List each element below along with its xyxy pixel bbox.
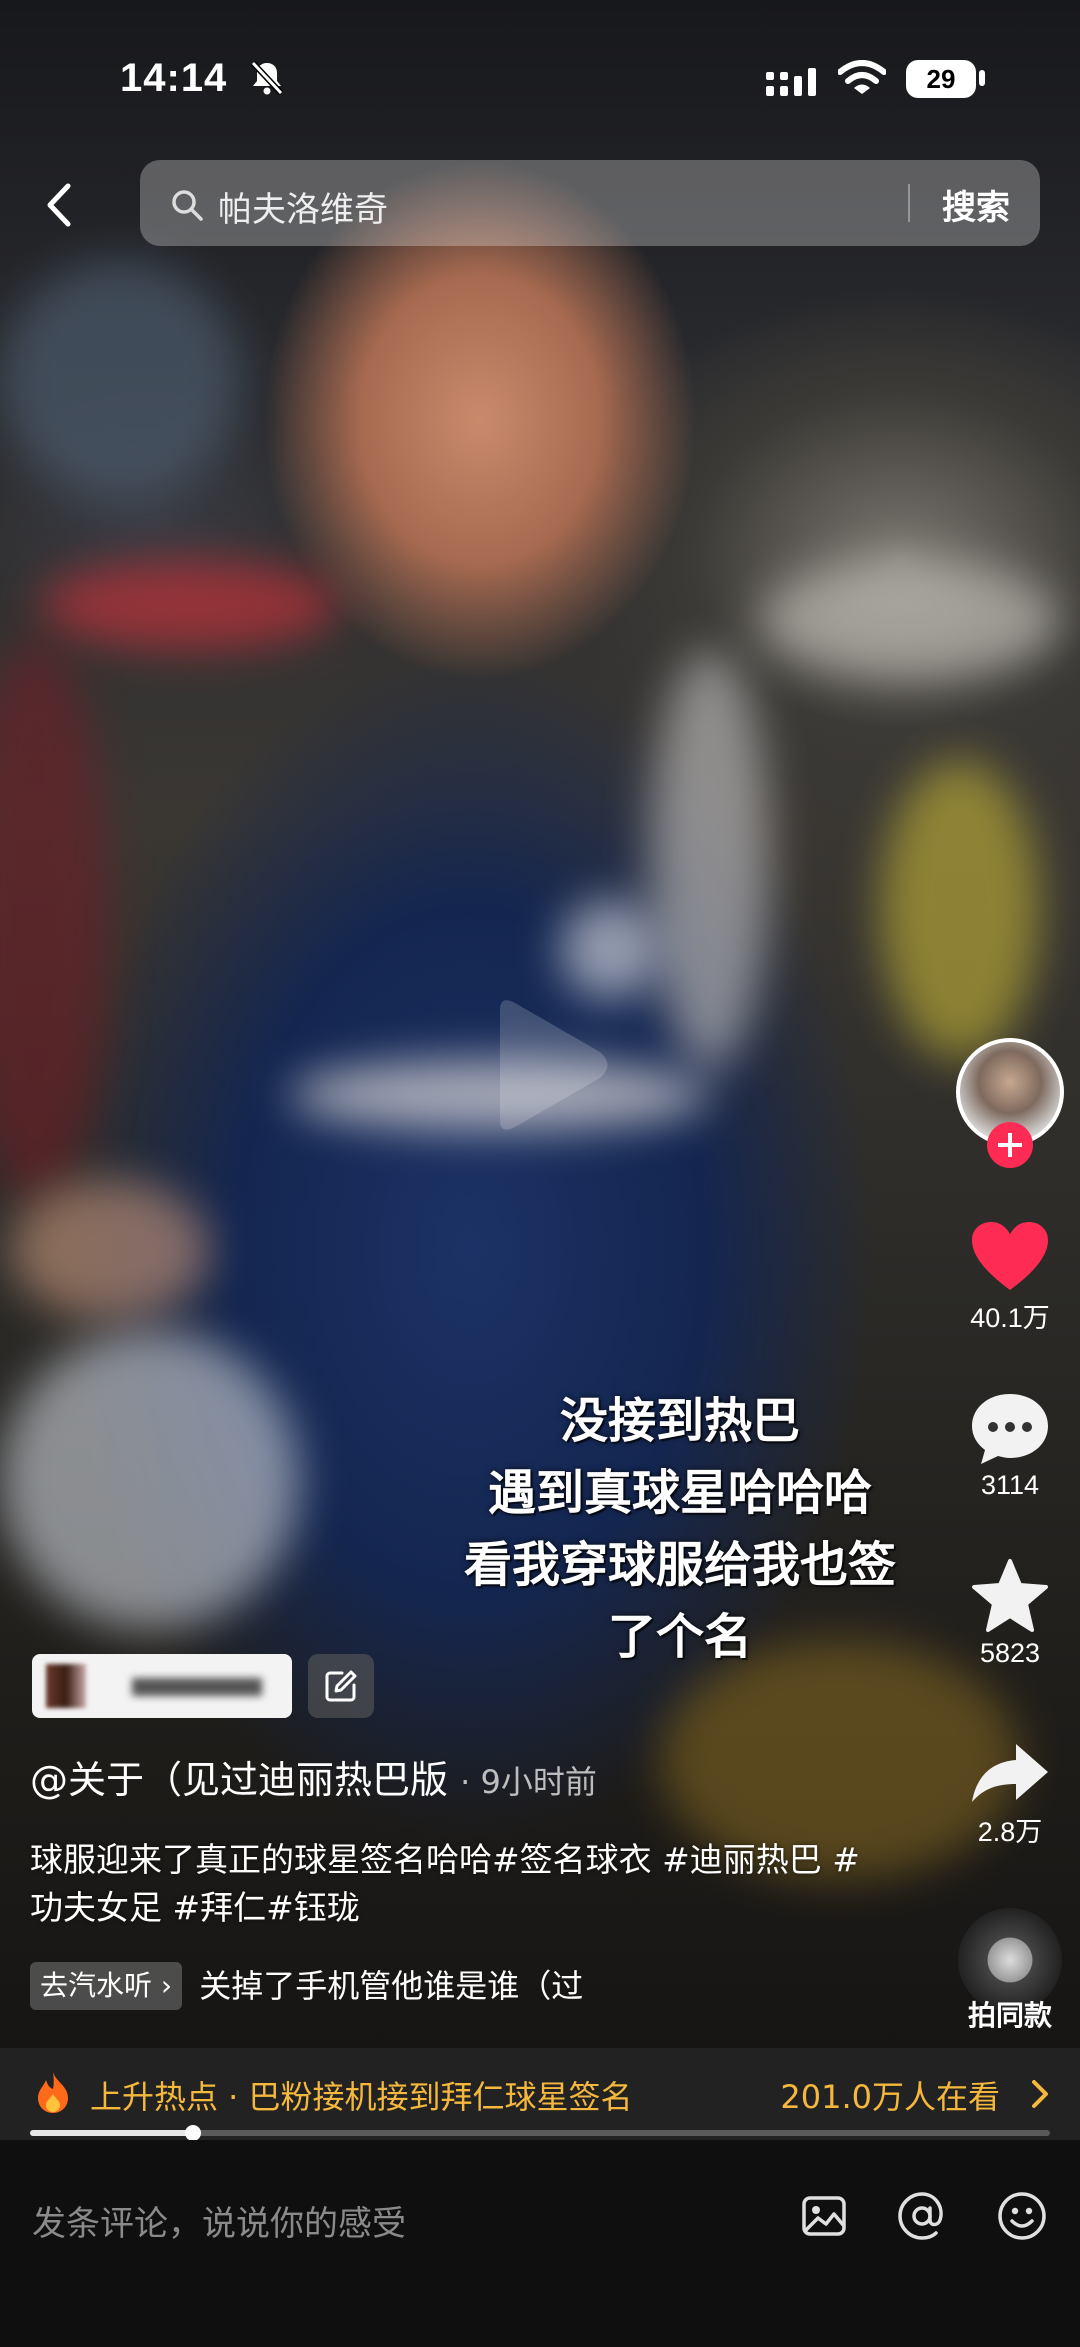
- search-button[interactable]: 搜索: [942, 180, 1010, 229]
- like-count: 40.1万: [970, 1303, 1050, 1333]
- mute-bell-icon: [250, 60, 284, 96]
- video-progress-bar[interactable]: [30, 2125, 1050, 2141]
- author-handle[interactable]: @关于（见过迪丽热巴版: [30, 1758, 448, 1802]
- subtitle-line: 没接到热巴: [559, 1393, 800, 1449]
- status-bar: 14:14 29: [0, 40, 1080, 120]
- chevron-right-icon: [1032, 2080, 1048, 2108]
- at-mention-icon[interactable]: [896, 2190, 948, 2242]
- battery-indicator: 29: [906, 60, 976, 98]
- viewer-count: 201.0万人在看: [780, 2078, 1000, 2116]
- emoji-icon[interactable]: [996, 2190, 1048, 2242]
- flame-icon: [38, 2072, 68, 2113]
- music-row[interactable]: 去汽水听 › 关掉了手机管他谁是谁（过: [30, 1962, 630, 2010]
- post-time: · 9小时前: [460, 1763, 597, 1801]
- video-info: @关于（见过迪丽热巴版 · 9小时前 球服迎来了真正的球星签名哈哈#签名球衣 #…: [30, 1754, 910, 1932]
- search-icon: [172, 190, 203, 221]
- back-arrow-icon[interactable]: [40, 180, 76, 230]
- search-bar[interactable]: 帕夫洛维奇 搜索: [140, 160, 1040, 246]
- heart-icon: [972, 1222, 1048, 1290]
- favorite-button[interactable]: 5823: [940, 1558, 1080, 1669]
- clock: 14:14: [120, 56, 228, 100]
- image-icon[interactable]: [800, 2192, 848, 2240]
- comment-count: 3114: [980, 1470, 1040, 1500]
- video-description[interactable]: 球服迎来了真正的球星签名哈哈#签名球衣 #迪丽热巴 #功夫女足 #拜仁#钰珑: [30, 1836, 870, 1932]
- wifi-icon: [838, 60, 886, 94]
- subtitle-line: 遇到真球星哈哈哈: [487, 1465, 872, 1521]
- progress-fill: [30, 2130, 194, 2136]
- play-watermark-icon: [500, 1000, 608, 1130]
- same-style-button[interactable]: 拍同款: [940, 1908, 1080, 2034]
- follow-plus-icon[interactable]: [987, 1122, 1033, 1168]
- share-button[interactable]: 2.8万: [940, 1740, 1080, 1849]
- edit-icon: [325, 1670, 357, 1702]
- author-avatar-button[interactable]: [940, 1038, 1080, 1168]
- hot-topic-label: 上升热点 · 巴粉接机接到拜仁球星签名: [90, 2078, 633, 2116]
- comment-button[interactable]: 3114: [940, 1390, 1080, 1501]
- same-style-label: 拍同款: [967, 2000, 1052, 2031]
- like-button[interactable]: 40.1万: [940, 1220, 1080, 1335]
- star-icon: [972, 1559, 1048, 1632]
- edit-button[interactable]: [308, 1654, 374, 1718]
- music-chip-label: 去汽水听: [40, 1969, 153, 2002]
- chevron-right-icon: ›: [152, 1969, 173, 2002]
- search-query[interactable]: 帕夫洛维奇: [218, 182, 388, 231]
- video-subtitle: 没接到热巴 遇到真球星哈哈哈 看我穿球服给我也签 了个名: [420, 1385, 940, 1673]
- share-arrow-icon: [972, 1744, 1048, 1802]
- subtitle-line: 了个名: [607, 1609, 752, 1665]
- battery-level: 29: [926, 64, 956, 94]
- hot-topic-bar[interactable]: 上升热点 · 巴粉接机接到拜仁球星签名 201.0万人在看: [0, 2048, 1080, 2140]
- comment-bubble-icon: [972, 1394, 1048, 1464]
- collection-tag[interactable]: [32, 1654, 292, 1718]
- cellular-signal-icon: [766, 68, 816, 96]
- comment-input[interactable]: 发条评论，说说你的感受: [32, 2196, 406, 2245]
- subtitle-line: 看我穿球服给我也签: [463, 1537, 896, 1593]
- music-chip[interactable]: 去汽水听 ›: [30, 1962, 183, 2010]
- favorite-count: 5823: [979, 1638, 1041, 1668]
- comment-bar: 发条评论，说说你的感受: [0, 2140, 1080, 2347]
- music-title: 关掉了手机管他谁是谁（过: [199, 1967, 584, 2005]
- share-count: 2.8万: [977, 1817, 1043, 1847]
